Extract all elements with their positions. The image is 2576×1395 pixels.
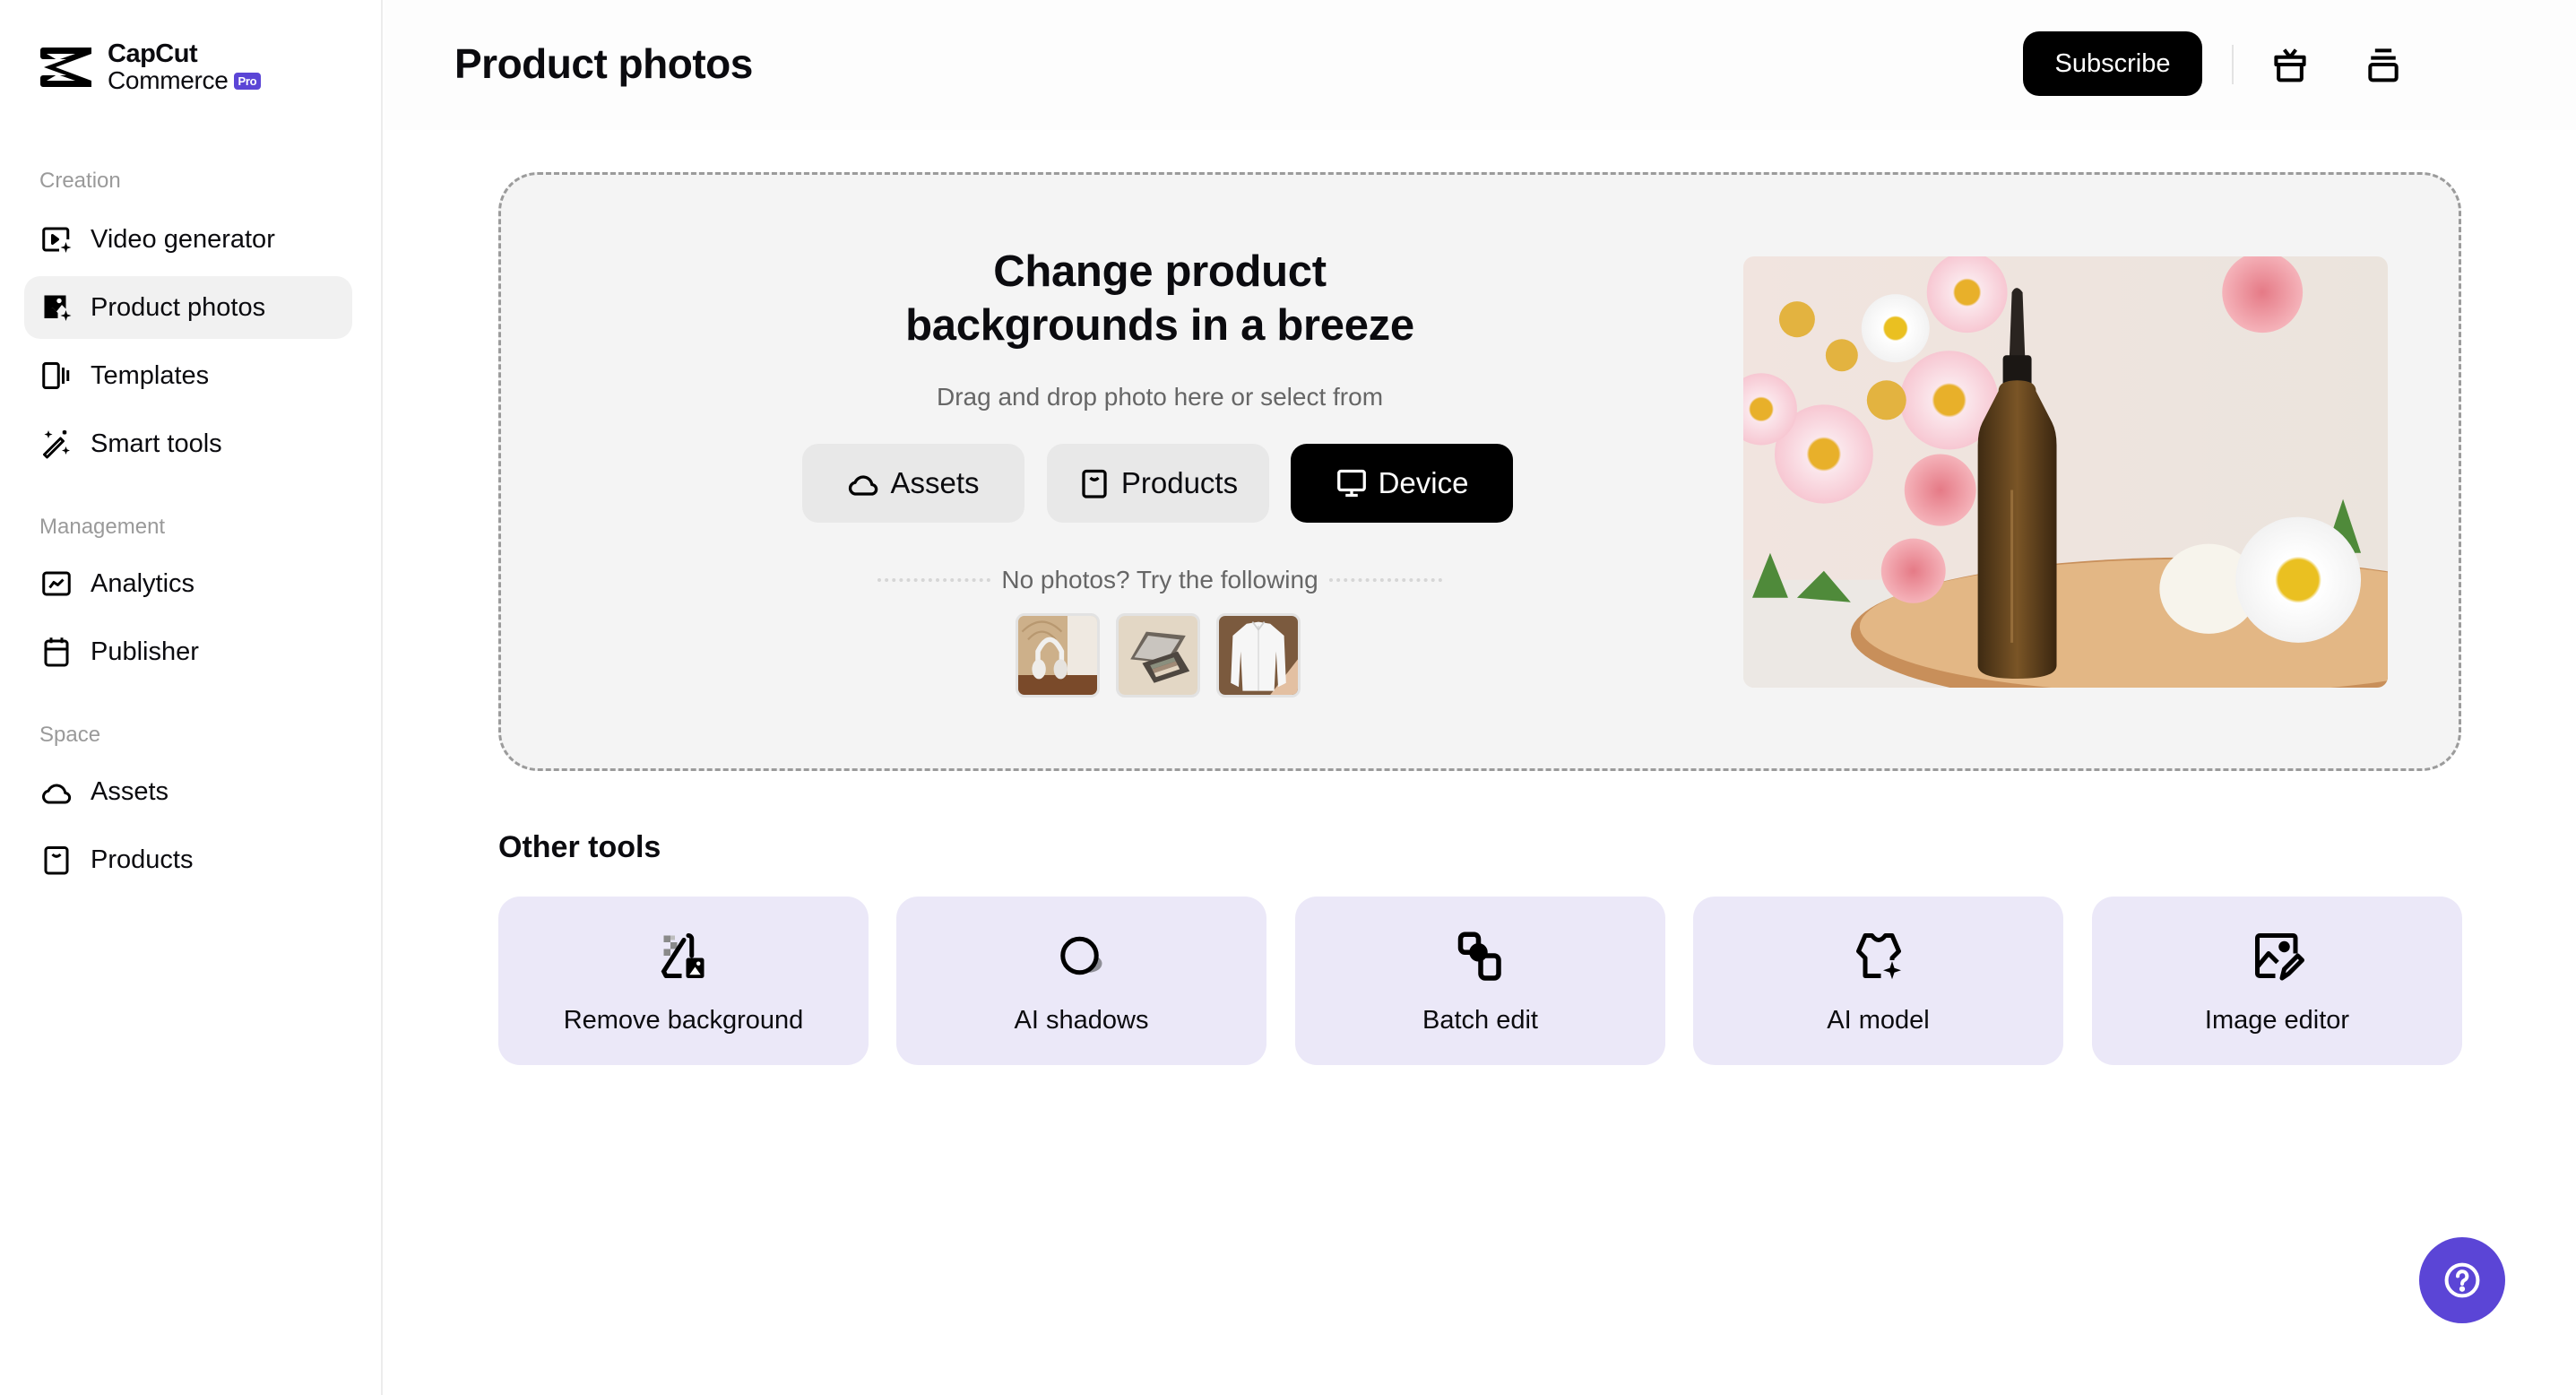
tool-card-ai-shadows[interactable]: AI shadows <box>896 897 1266 1065</box>
shopping-bag-icon <box>1082 469 1107 498</box>
sidebar-item-smart-tools[interactable]: Smart tools <box>24 412 352 475</box>
stack-icon[interactable] <box>2364 45 2403 84</box>
brand-name: CapCut <box>108 39 198 68</box>
try-samples-text: No photos? Try the following <box>1001 566 1318 594</box>
video-sparkle-icon <box>42 227 72 253</box>
capcut-commerce-logo[interactable]: CapCut Commerce Pro <box>39 39 262 94</box>
top-header: Product photos Subscribe <box>385 0 2576 130</box>
tool-label: Batch edit <box>1422 1006 1538 1035</box>
source-products-button[interactable]: Products <box>1047 444 1269 523</box>
sidebar: CapCut Commerce Pro Creation Video gener… <box>0 0 383 1395</box>
sidebar-item-label: Templates <box>91 360 210 390</box>
page-title: Product photos <box>454 40 753 87</box>
pro-badge: Pro <box>233 72 262 90</box>
shopping-bag-icon <box>44 846 69 875</box>
upload-heading-line2: backgrounds in a breeze <box>905 301 1414 350</box>
ai-shadow-icon <box>1059 936 1102 975</box>
brand-subname: Commerce <box>108 66 229 94</box>
analytics-chart-icon <box>42 571 71 596</box>
source-device-label: Device <box>1378 466 1469 499</box>
sidebar-item-product-photos[interactable]: Product photos <box>24 276 352 339</box>
calendar-icon <box>44 637 69 667</box>
ai-model-shirt-icon <box>1855 933 1901 980</box>
source-assets-button[interactable]: Assets <box>802 444 1024 523</box>
source-device-button[interactable]: Device <box>1291 444 1513 523</box>
dotted-divider-right <box>1328 578 1442 582</box>
sample-thumbnail-white-shirt[interactable] <box>1216 613 1301 698</box>
cloud-icon <box>849 475 878 496</box>
sidebar-item-video-generator[interactable]: Video generator <box>24 208 352 271</box>
tool-card-batch-edit[interactable]: Batch edit <box>1295 897 1665 1065</box>
templates-icon <box>42 362 70 389</box>
other-tools-title: Other tools <box>498 830 661 864</box>
try-samples-row: No photos? Try the following <box>877 566 1442 594</box>
remove-background-icon <box>661 933 704 978</box>
tool-label: Image editor <box>2204 1006 2350 1035</box>
cloud-icon <box>42 784 72 804</box>
sidebar-item-label: Assets <box>91 776 169 806</box>
sidebar-item-label: Video generator <box>91 224 275 254</box>
sidebar-item-templates[interactable]: Templates <box>24 344 352 407</box>
capcut-logo-icon <box>40 48 91 87</box>
tool-label: AI shadows <box>1014 1006 1149 1035</box>
source-products-label: Products <box>1120 466 1239 499</box>
sidebar-item-label: Products <box>91 845 194 874</box>
magic-wand-icon <box>43 430 70 459</box>
sidebar-item-label: Publisher <box>91 637 199 666</box>
gift-icon[interactable] <box>2270 45 2310 84</box>
sidebar-item-label: Analytics <box>91 568 195 598</box>
sidebar-item-assets[interactable]: Assets <box>24 760 352 823</box>
nav-section-creation: Creation <box>39 169 121 193</box>
sidebar-item-analytics[interactable]: Analytics <box>24 552 352 615</box>
help-button[interactable] <box>2419 1237 2505 1323</box>
sample-thumbnail-eyeshadow-palette[interactable] <box>1116 613 1200 698</box>
image-edit-icon <box>2254 933 2304 981</box>
tool-label: AI model <box>1827 1006 1930 1035</box>
image-sparkle-icon <box>44 295 72 321</box>
sample-thumbnail-headphones[interactable] <box>1016 613 1100 698</box>
upload-heading-line1: Change product <box>993 247 1327 296</box>
nav-section-space: Space <box>39 723 101 747</box>
tool-label: Remove background <box>563 1006 804 1035</box>
sidebar-item-publisher[interactable]: Publisher <box>24 620 352 683</box>
nav-section-management: Management <box>39 515 166 539</box>
sidebar-item-label: Smart tools <box>91 429 222 458</box>
tool-card-image-editor[interactable]: Image editor <box>2092 897 2462 1065</box>
hero-sample-image <box>1743 256 2388 688</box>
monitor-icon <box>1336 469 1366 498</box>
subscribe-button[interactable]: Subscribe <box>2023 31 2202 96</box>
tool-card-remove-background[interactable]: Remove background <box>498 897 869 1065</box>
upload-heading: Change product backgrounds in a breeze <box>501 245 1819 352</box>
header-divider <box>2232 45 2234 84</box>
sidebar-item-products[interactable]: Products <box>24 828 352 891</box>
tool-card-ai-model[interactable]: AI model <box>1693 897 2063 1065</box>
help-question-icon <box>2444 1262 2480 1298</box>
dotted-divider-left <box>877 578 991 582</box>
upload-subtitle: Drag and drop photo here or select from <box>936 383 1384 411</box>
source-assets-label: Assets <box>890 466 980 499</box>
batch-edit-icon <box>1457 931 1501 981</box>
upload-dropzone[interactable]: Change product backgrounds in a breeze D… <box>498 172 2461 771</box>
sidebar-item-label: Product photos <box>91 292 266 322</box>
